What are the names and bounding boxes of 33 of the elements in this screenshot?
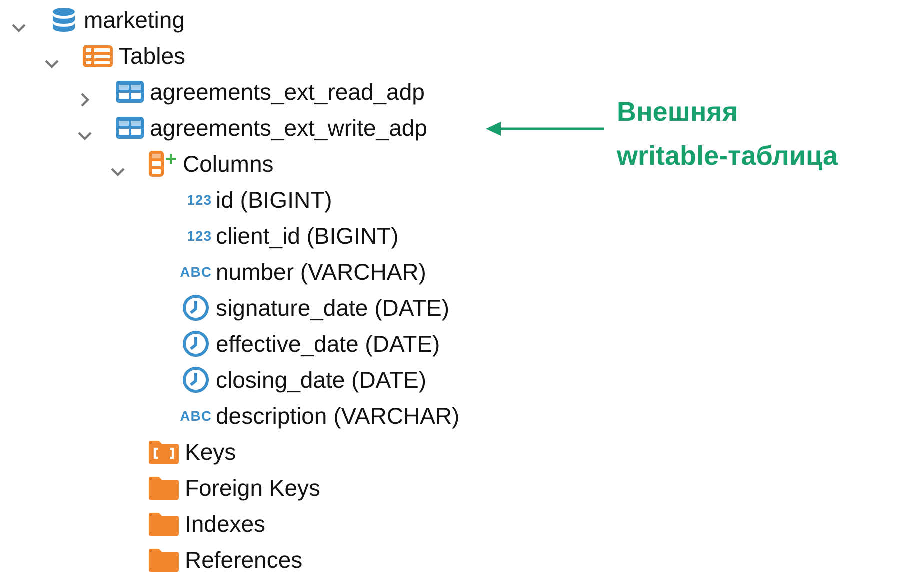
tree-item[interactable]: agreements_ext_write_adp [150,110,428,146]
tree-item[interactable]: Columns [183,146,274,182]
tree-item[interactable]: closing_date (DATE) [216,362,426,398]
tree-item[interactable]: id (BIGINT) [216,182,332,218]
table-icon [116,117,144,139]
tree-item[interactable]: Keys [185,434,236,470]
tree-item[interactable]: effective_date (DATE) [216,326,440,362]
callout-text: Внешняя writable-таблица [617,96,838,173]
tree-item[interactable]: number (VARCHAR) [216,254,426,290]
tree-item[interactable]: description (VARCHAR) [216,398,460,434]
table-folder-icon [83,44,113,68]
database-icon [50,6,78,34]
tree-item[interactable]: client_id (BIGINT) [216,218,399,254]
tree-item[interactable]: Indexes [185,506,266,542]
tree-item[interactable]: References [185,542,303,578]
tree-item[interactable]: marketing [84,2,185,38]
tree-item[interactable]: agreements_ext_read_adp [150,74,425,110]
columns-add-icon [149,151,177,177]
clock-icon [182,294,210,322]
tree-item[interactable]: Foreign Keys [185,470,321,506]
column-type-icon: 123 [178,190,212,210]
column-type-icon: ABC [178,406,212,426]
folder-icon [149,476,179,500]
key-folder-icon [149,440,179,464]
tree-item[interactable]: signature_date (DATE) [216,290,450,326]
folder-icon [149,548,179,572]
column-type-icon: 123 [178,226,212,246]
table-icon [116,81,144,103]
folder-icon [149,512,179,536]
column-type-icon: ABC [178,262,212,282]
tree-item[interactable]: Tables [119,38,186,74]
clock-icon [182,330,210,358]
clock-icon [182,366,210,394]
